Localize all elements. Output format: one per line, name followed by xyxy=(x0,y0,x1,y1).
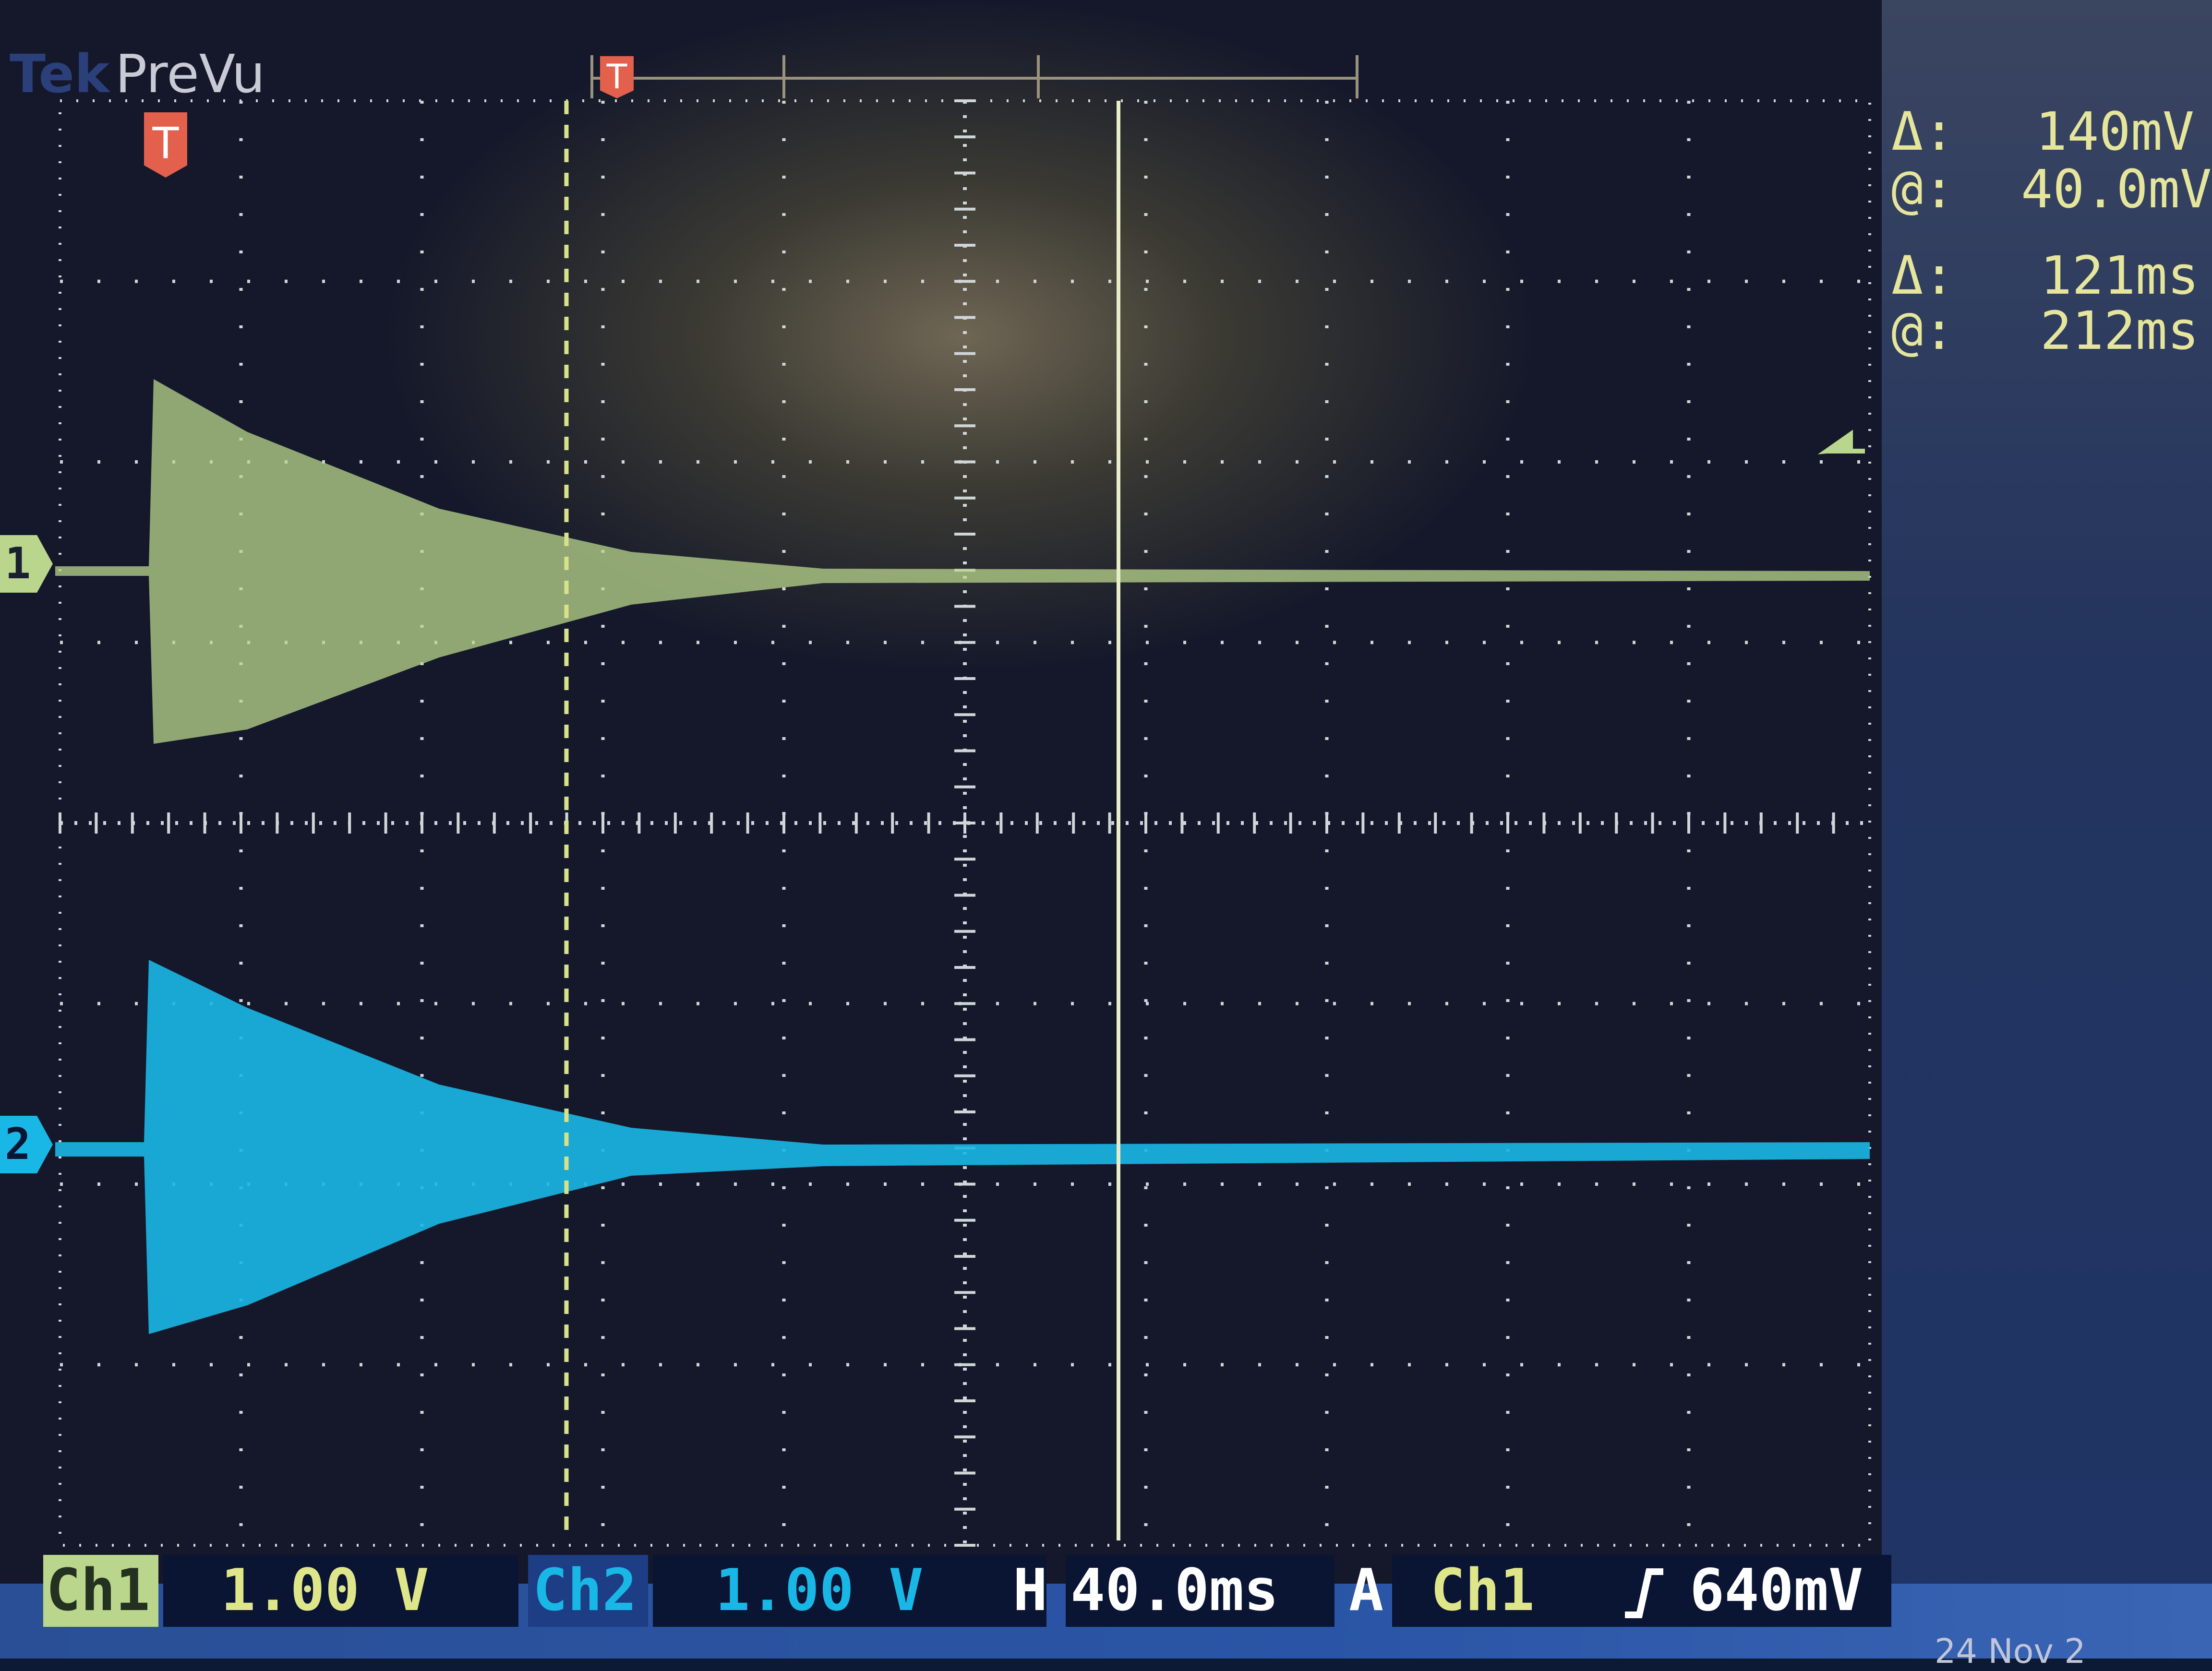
horizontal-label: H xyxy=(1013,1557,1048,1624)
voltage-delta-label: Δ: xyxy=(1891,101,1955,162)
record-trigger-icon: T xyxy=(600,56,634,98)
ch1-label[interactable]: Ch1 xyxy=(43,1555,158,1627)
time-delta-value: 121ms xyxy=(2040,245,2200,306)
trigger-readout[interactable]: Ch1 640mV xyxy=(1392,1555,1891,1627)
acquire-label: A xyxy=(1349,1557,1384,1624)
waveform-area xyxy=(55,101,1870,1540)
status-bar: Ch1 1.00 V Ch2 1.00 V H 40.0ms A Ch1 640… xyxy=(43,1555,1891,1627)
record-position-bar: T xyxy=(590,55,1358,98)
ch2-label[interactable]: Ch2 xyxy=(528,1555,648,1627)
brand-logo: Tek xyxy=(10,43,110,105)
time-at-value: 212ms xyxy=(2040,300,2200,361)
ch2-scale: 1.00 V xyxy=(653,1555,1046,1627)
ch2-waveform xyxy=(55,960,1870,1334)
ch1-offset-arrow-icon xyxy=(1817,430,1865,454)
acquisition-mode-label: PreVu xyxy=(115,43,265,105)
voltage-at-value: 40.0mV xyxy=(2021,158,2212,220)
rising-edge-icon xyxy=(1625,1568,1663,1618)
time-at-label: @: xyxy=(1891,300,1955,361)
trigger-level: 640mV xyxy=(1690,1557,1863,1624)
voltage-delta-value: 140mV xyxy=(2035,101,2195,162)
ch1-waveform xyxy=(55,379,1870,744)
date-readout: 24 Nov 2 xyxy=(1935,1632,2086,1671)
header-bar: Tek PreVu T xyxy=(0,19,1440,105)
waveform-display xyxy=(55,96,1875,1550)
horizontal-scale[interactable]: 40.0ms xyxy=(1066,1555,1334,1627)
voltage-at-label: @: xyxy=(1891,158,1955,220)
ch1-scale: 1.00 V xyxy=(163,1555,518,1627)
time-delta-label: Δ: xyxy=(1891,245,1955,306)
trigger-source: Ch1 xyxy=(1431,1557,1535,1624)
